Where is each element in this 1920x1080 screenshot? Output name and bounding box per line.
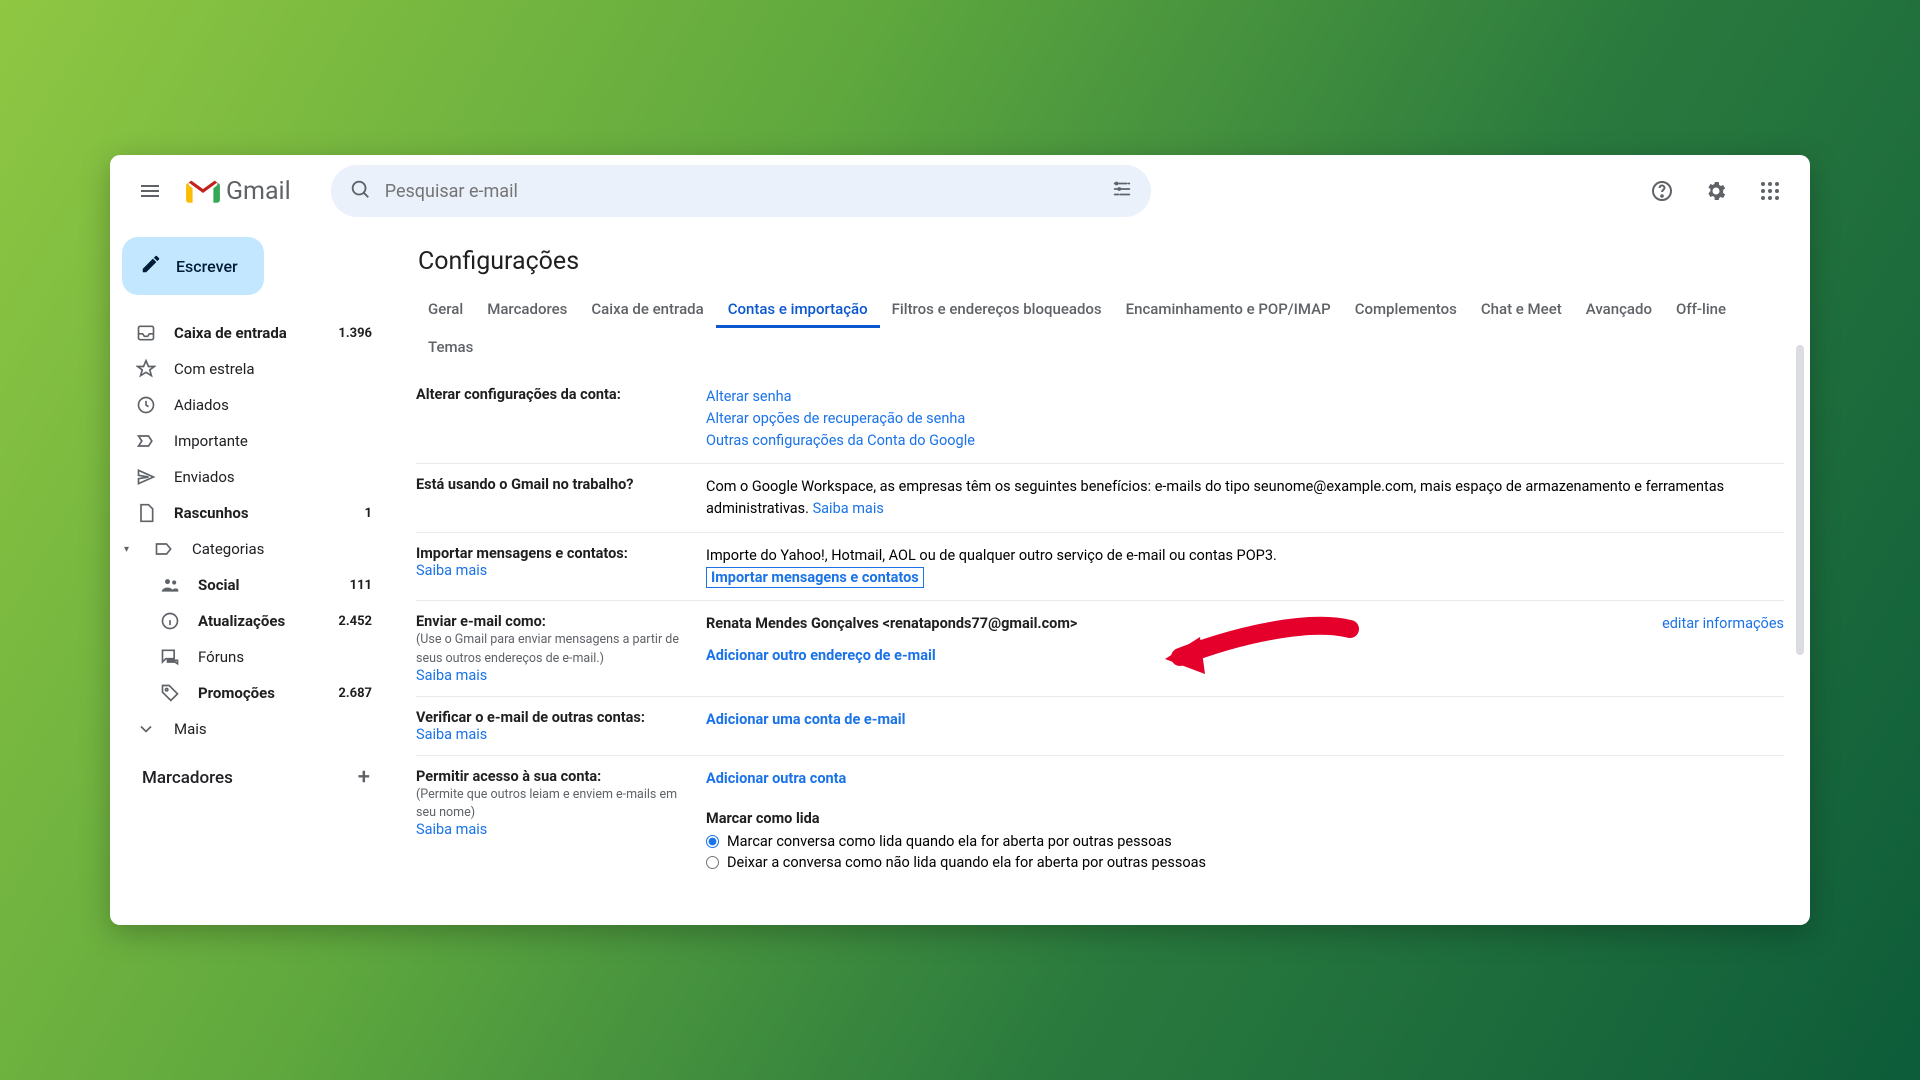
star-icon xyxy=(136,359,156,379)
row-check-mail: Verificar o e-mail de outras contas: Sai… xyxy=(416,697,1784,756)
settings-tabs: Geral Marcadores Caixa de entrada Contas… xyxy=(416,290,1784,366)
nav-inbox[interactable]: Caixa de entrada 1.396 xyxy=(120,315,390,351)
nav-starred[interactable]: Com estrela xyxy=(120,351,390,387)
tab-labels[interactable]: Marcadores xyxy=(475,290,579,328)
search-input[interactable] xyxy=(385,181,1097,202)
people-icon xyxy=(160,575,180,595)
link-add-address[interactable]: Adicionar outro endereço de e-mail xyxy=(706,647,936,664)
settings-main: Configurações Geral Marcadores Caixa de … xyxy=(390,227,1810,925)
sendas-identity: Renata Mendes Gonçalves <renataponds77@g… xyxy=(706,615,1077,632)
nav-promotions[interactable]: Promoções 2.687 xyxy=(120,675,390,711)
tab-themes[interactable]: Temas xyxy=(416,328,485,366)
tab-general[interactable]: Geral xyxy=(416,290,475,328)
nav-drafts[interactable]: Rascunhos 1 xyxy=(120,495,390,531)
nav-snoozed[interactable]: Adiados xyxy=(120,387,390,423)
row-account-settings: Alterar configurações da conta: Alterar … xyxy=(416,374,1784,464)
gmail-wordmark: Gmail xyxy=(226,177,291,206)
tab-addons[interactable]: Complementos xyxy=(1343,290,1469,328)
topbar: Gmail xyxy=(110,155,1810,227)
row-grant-access: Permitir acesso à sua conta: (Permite qu… xyxy=(416,756,1784,884)
apps-grid-icon[interactable] xyxy=(1748,169,1792,213)
clock-icon xyxy=(136,395,156,415)
link-edit-info[interactable]: editar informações xyxy=(1662,613,1784,635)
nav-categories[interactable]: ▾ Categorias xyxy=(120,531,390,567)
tab-advanced[interactable]: Avançado xyxy=(1574,290,1664,328)
forum-icon xyxy=(160,647,180,667)
nav-forums[interactable]: Fóruns xyxy=(120,639,390,675)
caret-down-icon: ▾ xyxy=(124,544,134,555)
add-label-icon[interactable]: + xyxy=(358,765,370,790)
radio-leave-unread-input[interactable] xyxy=(706,856,719,869)
tab-accounts[interactable]: Contas e importação xyxy=(716,290,880,328)
labels-header: Marcadores + xyxy=(120,747,390,798)
pencil-icon xyxy=(140,253,162,279)
row-import: Importar mensagens e contatos: Saiba mai… xyxy=(416,533,1784,602)
radio-mark-read-input[interactable] xyxy=(706,835,719,848)
link-grant-more[interactable]: Saiba mais xyxy=(416,821,487,838)
link-other-google[interactable]: Outras configurações da Conta do Google xyxy=(706,432,975,449)
radio-leave-unread[interactable]: Deixar a conversa como não lida quando e… xyxy=(706,854,1784,871)
nav-more[interactable]: Mais xyxy=(120,711,390,747)
row-send-as: Enviar e-mail como: (Use o Gmail para en… xyxy=(416,601,1784,697)
tab-forwarding[interactable]: Encaminhamento e POP/IMAP xyxy=(1114,290,1343,328)
inbox-icon xyxy=(136,323,156,343)
link-change-password[interactable]: Alterar senha xyxy=(706,388,792,405)
settings-gear-icon[interactable] xyxy=(1694,169,1738,213)
compose-button[interactable]: Escrever xyxy=(122,237,264,295)
chevron-down-icon xyxy=(136,719,156,739)
radio-mark-read[interactable]: Marcar conversa como lida quando ela for… xyxy=(706,833,1784,850)
send-icon xyxy=(136,467,156,487)
page-title: Configurações xyxy=(418,247,1784,276)
search-icon xyxy=(349,178,371,204)
tab-filters[interactable]: Filtros e endereços bloqueados xyxy=(880,290,1114,328)
tag-icon xyxy=(160,683,180,703)
gmail-logo[interactable]: Gmail xyxy=(186,177,291,206)
important-icon xyxy=(136,431,156,451)
file-icon xyxy=(136,503,156,523)
search-bar[interactable] xyxy=(331,165,1151,217)
link-import-messages[interactable]: Importar mensagens e contatos xyxy=(706,567,924,588)
label-icon xyxy=(154,539,174,559)
link-sendas-more[interactable]: Saiba mais xyxy=(416,667,487,684)
row-workspace: Está usando o Gmail no trabalho? Com o G… xyxy=(416,464,1784,533)
link-check-more[interactable]: Saiba mais xyxy=(416,726,487,743)
nav-important[interactable]: Importante xyxy=(120,423,390,459)
link-workspace-more[interactable]: Saiba mais xyxy=(813,500,884,517)
sidebar: Escrever Caixa de entrada 1.396 Com estr… xyxy=(110,227,390,925)
compose-label: Escrever xyxy=(176,257,238,276)
link-add-mail-account[interactable]: Adicionar uma conta de e-mail xyxy=(706,711,905,728)
tab-inbox[interactable]: Caixa de entrada xyxy=(579,290,715,328)
main-menu-icon[interactable] xyxy=(128,169,172,213)
nav-updates[interactable]: Atualizações 2.452 xyxy=(120,603,390,639)
info-icon xyxy=(160,611,180,631)
link-import-more[interactable]: Saiba mais xyxy=(416,562,487,579)
tab-chat[interactable]: Chat e Meet xyxy=(1469,290,1574,328)
tab-offline[interactable]: Off-line xyxy=(1664,290,1738,328)
link-change-recovery[interactable]: Alterar opções de recuperação de senha xyxy=(706,410,965,427)
link-add-delegate[interactable]: Adicionar outra conta xyxy=(706,770,846,787)
gmail-window: Gmail Escrever Caixa de entrada xyxy=(110,155,1810,925)
search-options-icon[interactable] xyxy=(1111,178,1133,204)
help-icon[interactable] xyxy=(1640,169,1684,213)
nav-social[interactable]: Social 111 xyxy=(120,567,390,603)
nav-sent[interactable]: Enviados xyxy=(120,459,390,495)
